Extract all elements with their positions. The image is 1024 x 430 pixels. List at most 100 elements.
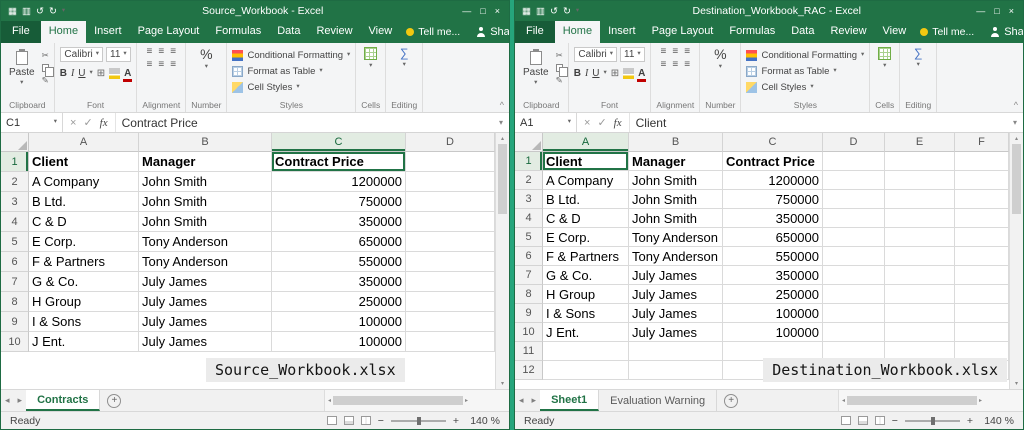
column-header[interactable]: F (955, 133, 1009, 152)
cell[interactable] (406, 332, 495, 352)
normal-view-icon[interactable] (327, 416, 337, 425)
tab-insert[interactable]: Insert (600, 21, 644, 43)
scrollbar-thumb[interactable] (1012, 144, 1021, 214)
zoom-slider-thumb[interactable] (417, 417, 421, 425)
format-as-table-button[interactable]: Format as Table ▾ (746, 64, 864, 78)
cancel-icon[interactable]: × (70, 117, 76, 129)
cell[interactable] (885, 152, 955, 171)
select-all-button[interactable] (1, 133, 29, 152)
cell[interactable]: C & D (29, 212, 139, 232)
align-top-icon[interactable]: ≡ (147, 47, 153, 57)
cell[interactable]: 100000 (723, 304, 823, 323)
scroll-right-icon[interactable]: ▸ (979, 397, 982, 404)
restore-button[interactable]: □ (994, 6, 999, 16)
cell[interactable]: John Smith (139, 192, 272, 212)
cancel-icon[interactable]: × (584, 117, 590, 129)
formula-bar-expand-icon[interactable]: ▾ (1007, 118, 1023, 127)
cell[interactable]: E Corp. (29, 232, 139, 252)
cell[interactable]: Client (29, 152, 139, 172)
horizontal-scrollbar[interactable]: ◂ ▸ (838, 390, 1023, 411)
row-header[interactable]: 1 (515, 152, 543, 171)
cell[interactable]: E Corp. (543, 228, 629, 247)
sheet-nav-left-icon[interactable]: ◂ (515, 395, 528, 406)
cell[interactable] (955, 247, 1009, 266)
borders-icon[interactable]: ⊞ (97, 68, 105, 79)
cell[interactable] (406, 232, 495, 252)
cell[interactable] (406, 212, 495, 232)
cells-icon[interactable] (364, 47, 377, 60)
zoom-in-icon[interactable]: + (967, 415, 973, 427)
tab-formulas[interactable]: Formulas (207, 21, 269, 43)
share-button[interactable]: Share (980, 21, 1024, 43)
cell[interactable] (955, 228, 1009, 247)
minimize-button[interactable]: — (462, 6, 471, 16)
restore-button[interactable]: □ (480, 6, 485, 16)
scrollbar-thumb[interactable] (498, 144, 507, 214)
row-header[interactable]: 11 (515, 342, 543, 361)
scroll-down-icon[interactable]: ▾ (501, 380, 504, 387)
scrollbar-thumb[interactable] (847, 396, 977, 405)
select-all-button[interactable] (515, 133, 543, 152)
cell[interactable]: John Smith (629, 190, 723, 209)
tab-view[interactable]: View (875, 21, 915, 43)
close-button[interactable]: × (495, 6, 500, 16)
font-size-select[interactable]: 11▾ (106, 47, 131, 62)
zoom-level[interactable]: 140 % (466, 415, 500, 427)
cell[interactable] (885, 304, 955, 323)
normal-view-icon[interactable] (841, 416, 851, 425)
conditional-formatting-button[interactable]: Conditional Formatting ▾ (746, 48, 864, 62)
cell[interactable] (955, 171, 1009, 190)
row-header[interactable]: 9 (515, 304, 543, 323)
zoom-slider[interactable] (905, 420, 960, 422)
align-center-icon[interactable]: ≡ (158, 60, 164, 70)
page-break-view-icon[interactable] (361, 416, 371, 425)
cell[interactable]: 1200000 (723, 171, 823, 190)
cell[interactable] (629, 342, 723, 361)
cell[interactable]: 100000 (272, 332, 406, 352)
save-icon[interactable]: ▥ (536, 6, 545, 17)
cell[interactable] (823, 171, 885, 190)
sheet-nav-left-icon[interactable]: ◂ (1, 395, 14, 406)
cell[interactable] (406, 312, 495, 332)
cell[interactable]: July James (139, 312, 272, 332)
cell[interactable]: C & D (543, 209, 629, 228)
cell[interactable] (823, 152, 885, 171)
cell[interactable]: July James (629, 266, 723, 285)
cell[interactable]: 1200000 (272, 172, 406, 192)
cell[interactable] (823, 228, 885, 247)
zoom-in-icon[interactable]: + (453, 415, 459, 427)
cell[interactable] (955, 304, 1009, 323)
cell[interactable]: F & Partners (29, 252, 139, 272)
scroll-down-icon[interactable]: ▾ (1015, 380, 1018, 387)
zoom-slider[interactable] (391, 420, 446, 422)
row-header[interactable]: 8 (515, 285, 543, 304)
cell[interactable]: 350000 (723, 209, 823, 228)
cell[interactable] (823, 209, 885, 228)
cell[interactable]: I & Sons (29, 312, 139, 332)
italic-button[interactable]: I (71, 68, 74, 79)
scroll-left-icon[interactable]: ◂ (842, 397, 845, 404)
font-color-icon[interactable]: A (638, 69, 645, 79)
copy-icon[interactable] (556, 64, 563, 72)
editing-icon[interactable]: ∑ (400, 47, 409, 59)
cell[interactable]: J Ent. (543, 323, 629, 342)
undo-icon[interactable]: ↺ (36, 6, 44, 17)
collapse-ribbon-icon[interactable]: ^ (1014, 100, 1018, 110)
font-name-select[interactable]: Calibri▾ (574, 47, 617, 62)
underline-button[interactable]: U (78, 68, 85, 79)
qat-caret-icon[interactable]: ▾ (576, 8, 579, 15)
align-left-icon[interactable]: ≡ (147, 60, 153, 70)
sheet-nav-right-icon[interactable]: ▸ (14, 395, 27, 406)
cell[interactable]: I & Sons (543, 304, 629, 323)
fill-color-icon[interactable] (623, 68, 634, 79)
conditional-formatting-button[interactable]: Conditional Formatting ▾ (232, 48, 350, 62)
cell[interactable]: 550000 (723, 247, 823, 266)
zoom-slider-thumb[interactable] (931, 417, 935, 425)
formula-input[interactable]: Client (630, 116, 1007, 130)
row-header[interactable]: 3 (1, 192, 29, 212)
cell[interactable] (885, 323, 955, 342)
cell[interactable]: July James (139, 332, 272, 352)
cell[interactable]: 350000 (272, 272, 406, 292)
cell[interactable] (823, 304, 885, 323)
row-header[interactable]: 3 (515, 190, 543, 209)
